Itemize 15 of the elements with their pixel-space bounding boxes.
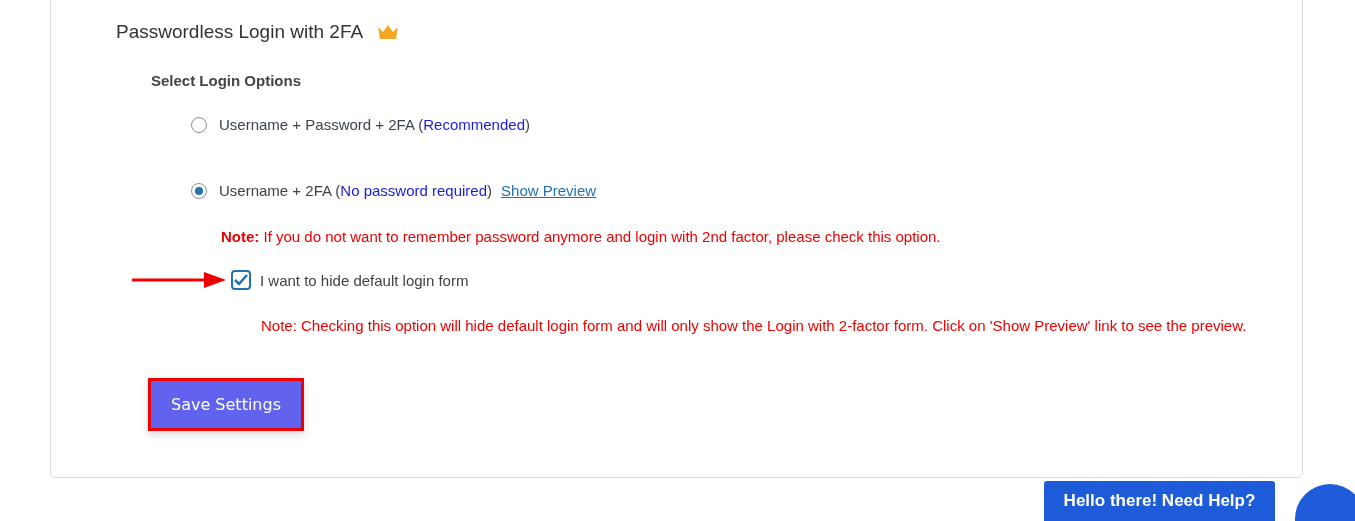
crown-icon	[377, 24, 400, 40]
save-button[interactable]: Save Settings	[148, 378, 304, 431]
note-text: Note: If you do not want to remember password anymore and login with 2nd factor, please check this option.	[221, 228, 942, 245]
arrow-icon	[132, 270, 226, 290]
help-chat-button[interactable]: Hello there! Need Help?	[1044, 481, 1275, 521]
note-text: Note: Checking this option will hide default login form and will only show the Login with 2-factor form. Click on 'Show Preview' link to see the preview.	[261, 316, 1248, 336]
panel-title: Passwordless Login with 2FA	[116, 21, 364, 43]
option-label: Username + 2FA (No password required)	[219, 182, 493, 199]
radio-button[interactable]	[191, 182, 207, 199]
preview-link[interactable]: Show Preview	[501, 182, 597, 199]
option-label: Username + Password + 2FA (Recommended)	[219, 116, 530, 133]
checkbox-label: I want to hide default login form	[260, 271, 469, 289]
checkbox[interactable]	[231, 270, 251, 290]
radio-button[interactable]	[191, 116, 207, 133]
section-label: Select Login Options	[151, 72, 302, 89]
